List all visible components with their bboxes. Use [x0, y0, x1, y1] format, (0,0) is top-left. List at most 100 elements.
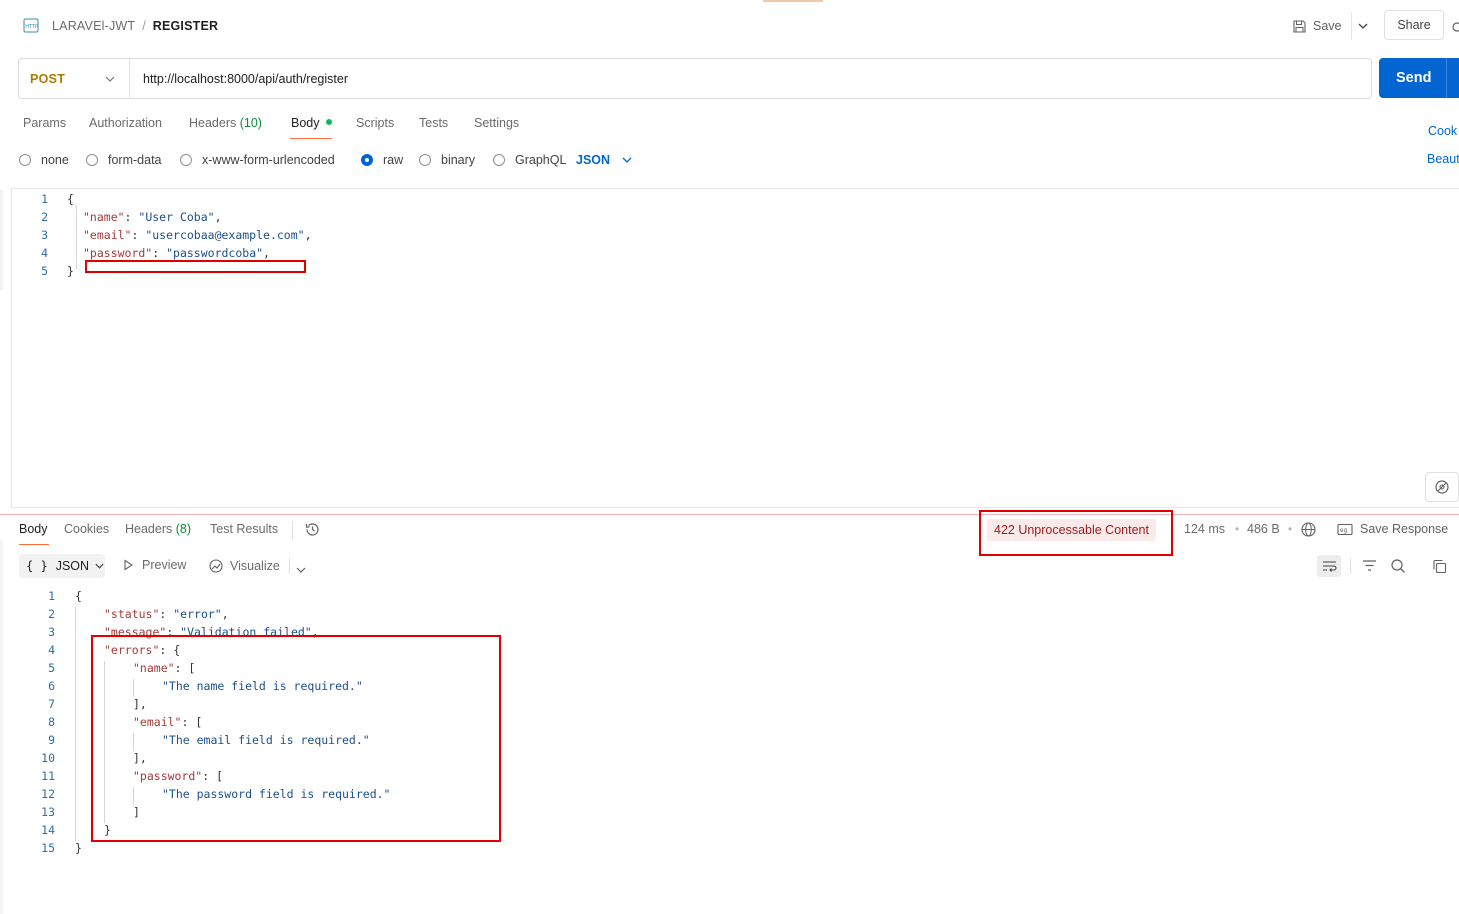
breadcrumb-separator: / — [142, 19, 146, 33]
radio-raw[interactable]: raw — [361, 152, 403, 168]
beautify-link[interactable]: Beaut — [1427, 152, 1459, 166]
line-number: 13 — [41, 805, 55, 819]
line-number: 8 — [48, 715, 55, 729]
radio-circle-selected — [361, 154, 373, 166]
cookies-link[interactable]: Cook — [1428, 124, 1457, 138]
radio-graphql[interactable]: GraphQL — [493, 152, 566, 168]
radio-form-data[interactable]: form-data — [86, 152, 162, 168]
line-number: 1 — [41, 192, 48, 206]
response-tab-test-results[interactable]: Test Results — [210, 522, 278, 536]
search-icon[interactable] — [1390, 558, 1406, 579]
sidebar-edge — [0, 190, 3, 290]
json-colon: : — [124, 210, 139, 224]
line-number: 4 — [41, 246, 48, 260]
tab-scripts[interactable]: Scripts — [356, 116, 394, 134]
breadcrumb: HTTP LARAVEl-JWT / REGISTER — [22, 16, 218, 36]
active-tab-underline — [290, 138, 332, 139]
tab-params[interactable]: Params — [23, 116, 66, 134]
link-icon[interactable] — [1449, 18, 1459, 34]
line-number: 5 — [41, 264, 48, 278]
raw-format-select[interactable]: JSON — [576, 152, 632, 168]
send-button[interactable]: Send — [1379, 58, 1459, 98]
chevron-down-icon — [622, 157, 632, 163]
json-value: "passwordcoba" — [166, 246, 264, 260]
response-tab-headers[interactable]: Headers (8) — [125, 522, 191, 536]
toolbar-separator — [289, 558, 290, 574]
response-tab-body[interactable]: Body — [19, 522, 48, 536]
top-accent-line — [763, 0, 823, 2]
status-badge[interactable]: 422 Unprocessable Content — [987, 519, 1156, 541]
response-time[interactable]: 124 ms — [1184, 522, 1225, 536]
line-number: 2 — [41, 210, 48, 224]
save-label: Save — [1313, 19, 1342, 33]
radio-form-data-label: form-data — [108, 153, 162, 167]
radio-binary-label: binary — [441, 153, 476, 167]
save-button[interactable]: Save — [1292, 15, 1342, 37]
copy-icon[interactable] — [1432, 559, 1447, 579]
radio-none[interactable]: none — [19, 152, 69, 168]
breadcrumb-collection[interactable]: LARAVEl-JWT — [52, 19, 135, 33]
sidebar-edge — [0, 540, 3, 914]
bug-icon — [1435, 480, 1449, 494]
toolbar-separator — [1350, 558, 1351, 574]
code-line: } — [75, 841, 82, 855]
toolbar-separator — [292, 521, 293, 539]
globe-icon[interactable] — [1300, 521, 1317, 543]
code-line: "name": "User Coba", — [83, 210, 222, 224]
tab-headers[interactable]: Headers (10) — [189, 116, 262, 134]
radio-graphql-label: GraphQL — [515, 153, 567, 167]
tab-body[interactable]: Body — [291, 116, 332, 134]
tab-settings[interactable]: Settings — [474, 116, 519, 134]
save-options-dropdown[interactable] — [1351, 12, 1374, 40]
svg-text:HTTP: HTTP — [25, 24, 38, 30]
line-number: 3 — [41, 228, 48, 242]
code-line: "email": "usercobaa@example.com", — [83, 228, 312, 242]
visualize-options-dropdown[interactable] — [296, 560, 306, 578]
indent-guide — [76, 205, 77, 269]
code-line: { — [67, 192, 74, 206]
ai-assist-button[interactable] — [1425, 472, 1459, 502]
meta-separator: • — [1235, 522, 1240, 536]
pane-divider[interactable] — [0, 514, 1459, 515]
visualize-button[interactable]: Visualize — [208, 558, 280, 574]
breadcrumb-request[interactable]: REGISTER — [153, 19, 219, 33]
share-button[interactable]: Share — [1384, 10, 1444, 40]
json-comma: , — [221, 607, 229, 621]
meta-separator: • — [1288, 522, 1293, 536]
method-select[interactable]: POST — [19, 59, 130, 98]
preview-button[interactable]: Preview — [123, 558, 186, 572]
line-number: 6 — [48, 679, 55, 693]
method-label: POST — [30, 71, 66, 86]
response-size[interactable]: 486 B — [1247, 522, 1280, 536]
url-input[interactable] — [130, 70, 1371, 87]
raw-format-label: JSON — [576, 153, 611, 167]
radio-raw-label: raw — [383, 153, 404, 167]
response-tab-cookies[interactable]: Cookies — [64, 522, 109, 536]
radio-circle — [493, 154, 505, 166]
save-response-button[interactable]: eg Save Response — [1337, 522, 1448, 536]
chevron-down-icon — [95, 563, 104, 569]
history-icon[interactable] — [304, 521, 321, 543]
response-format-label: JSON — [55, 559, 90, 573]
tab-tests[interactable]: Tests — [419, 116, 448, 134]
send-split-divider — [1446, 58, 1447, 98]
radio-circle — [86, 154, 98, 166]
radio-urlencoded[interactable]: x-www-form-urlencoded — [180, 152, 335, 168]
json-colon: : — [159, 607, 174, 621]
save-response-icon: eg — [1337, 523, 1353, 535]
line-number: 11 — [41, 769, 55, 783]
json-comma: , — [263, 246, 270, 260]
wrap-lines-button[interactable] — [1317, 555, 1341, 577]
tab-authorization[interactable]: Authorization — [89, 116, 162, 134]
annotation-highlight-box — [91, 635, 501, 842]
line-number: 2 — [48, 607, 55, 621]
code-line: "status": "error", — [104, 607, 229, 621]
wrap-icon — [1322, 561, 1337, 572]
code-line: } — [67, 264, 74, 278]
line-number: 9 — [48, 733, 55, 747]
radio-binary[interactable]: binary — [419, 152, 475, 168]
json-value: "usercobaa@example.com" — [145, 228, 305, 242]
response-format-select[interactable]: { } JSON — [19, 554, 105, 578]
filter-icon[interactable] — [1362, 559, 1377, 577]
play-icon — [124, 559, 134, 571]
